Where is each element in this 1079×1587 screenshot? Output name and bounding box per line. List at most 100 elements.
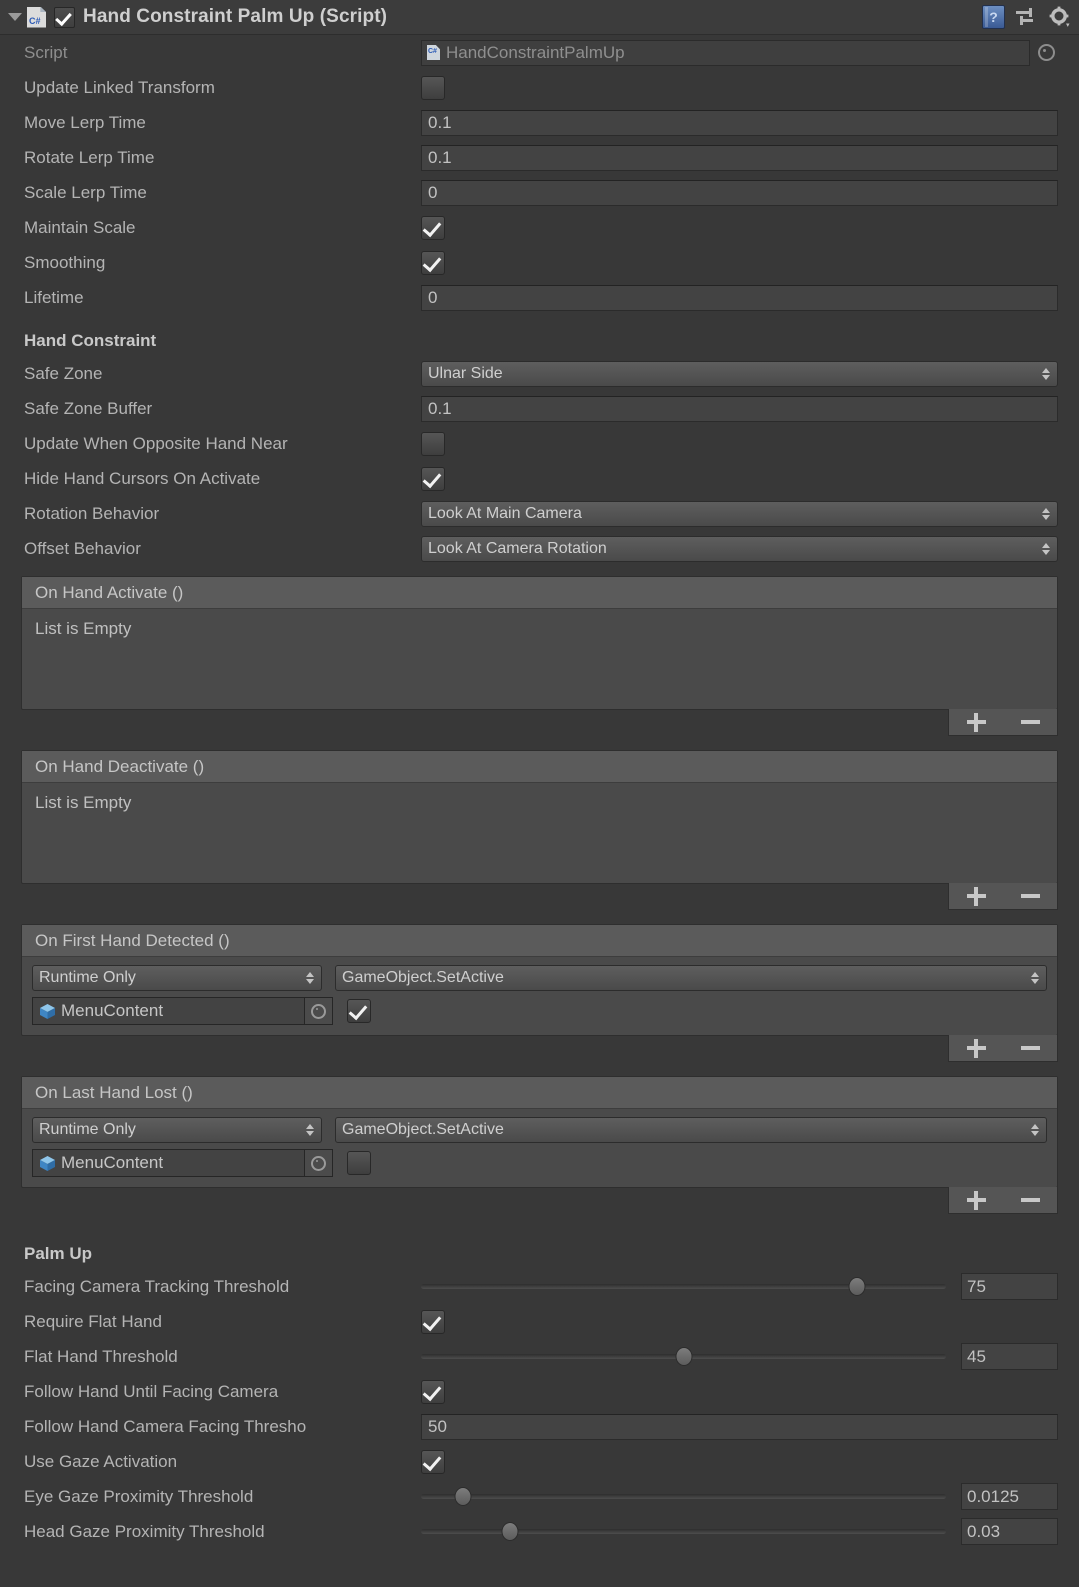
script-picker-button[interactable]: [1034, 40, 1058, 66]
gameobject-cube-icon: [39, 1003, 56, 1020]
property-row: Follow Hand Until Facing Camera: [0, 1374, 1079, 1409]
property-row: Scale Lerp Time 0: [0, 175, 1079, 210]
field-label: Facing Camera Tracking Threshold: [24, 1276, 290, 1296]
property-control: 0.0125: [421, 1483, 1079, 1510]
property-row: Flat Hand Threshold 45: [0, 1339, 1079, 1374]
property-row: Maintain Scale: [0, 210, 1079, 245]
script-row: Script C# HandConstraintPalmUp: [0, 35, 1079, 70]
add-event-button[interactable]: [956, 709, 996, 735]
field-label: Hide Hand Cursors On Activate: [24, 468, 261, 488]
field-label: Safe Zone: [24, 363, 103, 383]
slider-track-area[interactable]: [421, 1347, 946, 1367]
component-enabled-checkbox[interactable]: [54, 6, 75, 28]
event-function-dropdown[interactable]: GameObject.SetActive: [335, 1117, 1047, 1143]
script-control: C# HandConstraintPalmUp: [421, 39, 1079, 66]
property-control: 0: [421, 179, 1079, 206]
event-mode-dropdown[interactable]: Runtime Only: [32, 965, 322, 991]
remove-event-button[interactable]: [1010, 709, 1050, 735]
checkbox-follow-hand-until-facing-camera[interactable]: [421, 1379, 445, 1404]
event-list-title: On Hand Deactivate (): [22, 751, 1057, 783]
slider-value-input[interactable]: 0.03: [961, 1518, 1058, 1545]
script-object-field[interactable]: C# HandConstraintPalmUp: [421, 39, 1030, 66]
field-label: Script: [24, 42, 68, 62]
slider-value-input[interactable]: 45: [961, 1343, 1058, 1370]
event-mode-dropdown[interactable]: Runtime Only: [32, 1117, 322, 1143]
property-control: 0.03: [421, 1518, 1079, 1545]
slider-track-area[interactable]: [421, 1487, 946, 1507]
event-argument-checkbox[interactable]: [347, 999, 371, 1023]
slider-value-input[interactable]: 0.0125: [961, 1483, 1058, 1510]
input-follow-hand-camera-facing-thresho[interactable]: 50: [421, 1413, 1058, 1440]
property-control: [421, 1379, 1079, 1404]
checkbox-maintain-scale[interactable]: [421, 215, 445, 240]
event-object-picker-button[interactable]: [305, 1149, 333, 1177]
add-event-button[interactable]: [956, 1187, 996, 1213]
dropdown-rotation-behavior[interactable]: Look At Main Camera: [421, 500, 1058, 527]
slider-thumb[interactable]: [848, 1277, 866, 1296]
remove-event-button[interactable]: [1010, 1035, 1050, 1061]
property-row: Update When Opposite Hand Near: [0, 426, 1079, 461]
checkbox-update-linked-transform[interactable]: [421, 75, 445, 100]
field-label: Offset Behavior: [24, 538, 141, 558]
add-remove-buttons: [948, 1187, 1058, 1214]
event-entry: Runtime Only GameObject.SetActive MenuCont…: [22, 1109, 1057, 1187]
field-label: Rotate Lerp Time: [24, 147, 155, 167]
foldout-toggle-icon[interactable]: [6, 8, 24, 26]
property-control: [421, 215, 1079, 240]
event-list-0: On Hand Activate () List is Empty: [21, 576, 1058, 736]
input-scale-lerp-time[interactable]: 0: [421, 179, 1058, 206]
slider-track-area[interactable]: [421, 1522, 946, 1542]
section-header-hand-constraint: Hand Constraint: [24, 331, 157, 350]
csharp-file-icon: C#: [427, 45, 440, 60]
property-control: 0: [421, 284, 1079, 311]
input-safe-zone-buffer[interactable]: 0.1: [421, 395, 1058, 422]
input-move-lerp-time[interactable]: 0.1: [421, 109, 1058, 136]
help-book-icon[interactable]: [982, 5, 1005, 29]
dropdown-value: Runtime Only: [39, 1121, 136, 1138]
slider-track-area[interactable]: [421, 1277, 946, 1297]
slider-thumb[interactable]: [675, 1347, 692, 1366]
property-row: Rotate Lerp Time 0.1: [0, 140, 1079, 175]
property-control: 0.1: [421, 395, 1079, 422]
chevron-updown-icon: [1042, 506, 1051, 522]
event-entry: Runtime Only GameObject.SetActive MenuCont…: [22, 957, 1057, 1035]
slider-thumb[interactable]: [454, 1487, 472, 1506]
field-label: Use Gaze Activation: [24, 1451, 178, 1471]
field-label: Require Flat Hand: [24, 1311, 162, 1331]
checkbox-smoothing[interactable]: [421, 250, 445, 275]
add-event-button[interactable]: [956, 883, 996, 909]
checkbox-update-when-opposite-hand-near[interactable]: [421, 431, 445, 456]
slider-thumb[interactable]: [501, 1522, 519, 1541]
target-circle-icon: [311, 1003, 326, 1019]
dropdown-offset-behavior[interactable]: Look At Camera Rotation: [421, 535, 1058, 562]
remove-event-button[interactable]: [1010, 883, 1050, 909]
event-argument-checkbox[interactable]: [347, 1151, 371, 1175]
checkbox-use-gaze-activation[interactable]: [421, 1449, 445, 1474]
remove-event-button[interactable]: [1010, 1187, 1050, 1213]
checkbox-hide-hand-cursors-on-activate[interactable]: [421, 466, 445, 491]
event-list-footer: [21, 1187, 1058, 1214]
dropdown-value: Look At Camera Rotation: [428, 539, 607, 557]
field-label: Update Linked Transform: [24, 77, 215, 97]
checkbox-require-flat-hand[interactable]: [421, 1309, 445, 1334]
event-object-picker-button[interactable]: [305, 997, 333, 1025]
gear-icon[interactable]: ▾: [1049, 6, 1071, 28]
slider-control: 0.0125: [421, 1483, 1058, 1510]
property-control: 0.1: [421, 144, 1079, 171]
target-circle-icon: [311, 1155, 326, 1171]
event-function-dropdown[interactable]: GameObject.SetActive: [335, 965, 1047, 991]
component-header: C# Hand Constraint Palm Up (Script) ▾: [0, 0, 1079, 35]
preset-sliders-icon[interactable]: [1016, 7, 1038, 27]
event-object-field[interactable]: MenuContent: [32, 997, 305, 1025]
field-label: Follow Hand Until Facing Camera: [24, 1381, 279, 1401]
event-list-footer: [21, 1035, 1058, 1062]
add-event-button[interactable]: [956, 1035, 996, 1061]
field-label: Update When Opposite Hand Near: [24, 433, 288, 453]
dropdown-safe-zone[interactable]: Ulnar Side: [421, 360, 1058, 387]
input-rotate-lerp-time[interactable]: 0.1: [421, 144, 1058, 171]
field-label: Scale Lerp Time: [24, 182, 147, 202]
slider-value-input[interactable]: 75: [961, 1273, 1058, 1300]
input-lifetime[interactable]: 0: [421, 284, 1058, 311]
property-row: Update Linked Transform: [0, 70, 1079, 105]
event-object-field[interactable]: MenuContent: [32, 1149, 305, 1177]
